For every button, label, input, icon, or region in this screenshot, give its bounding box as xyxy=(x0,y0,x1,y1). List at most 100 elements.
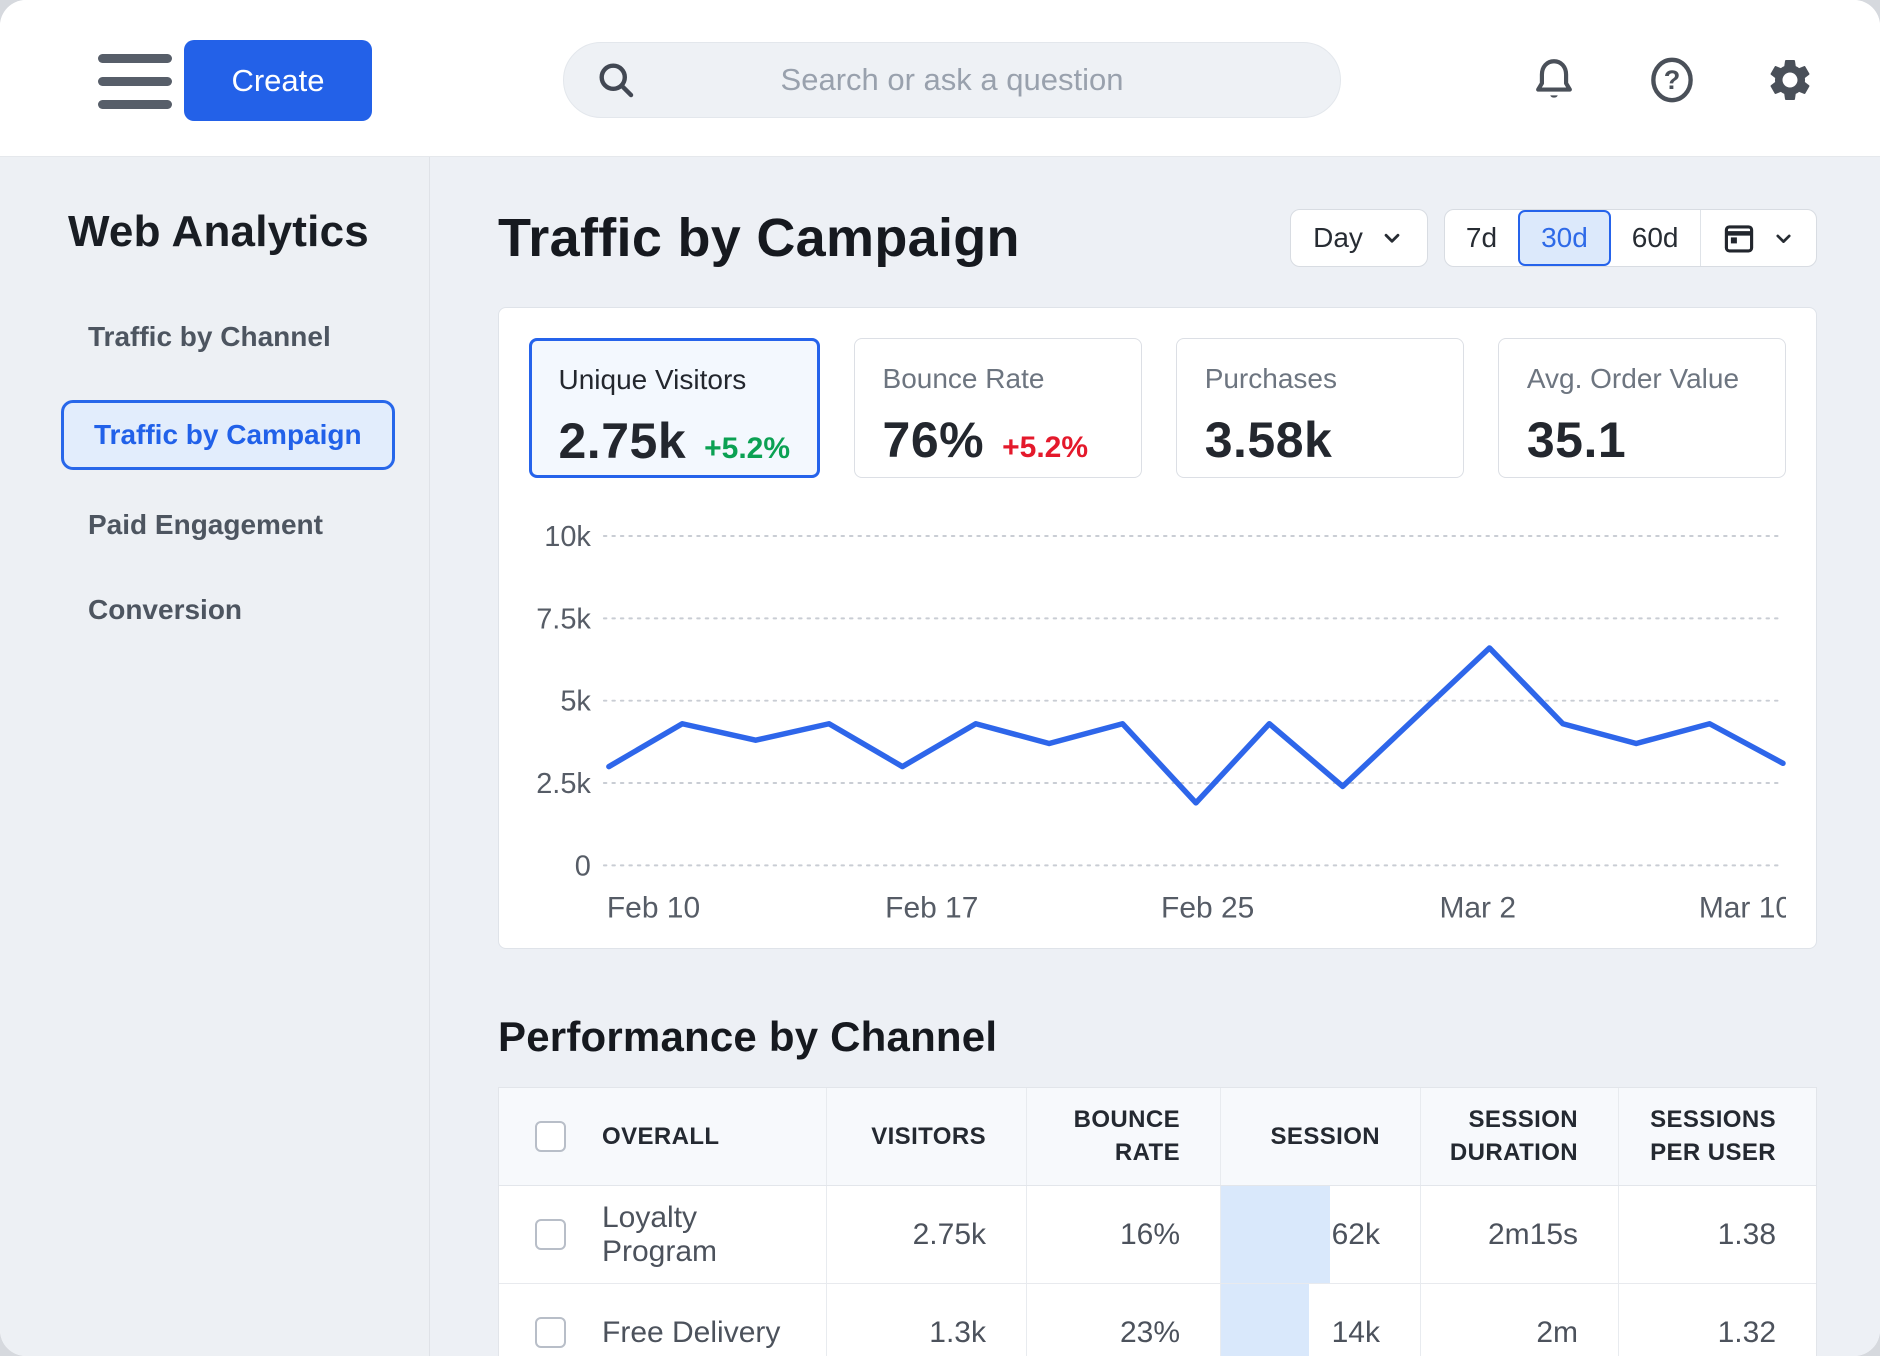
channel-cell: Loyalty Program xyxy=(499,1186,826,1283)
channel-cell: Free Delivery xyxy=(499,1284,826,1356)
topbar-icons: ? xyxy=(1528,54,1816,106)
visitors-cell: 2.75k xyxy=(826,1186,1026,1283)
column-header-session: SESSION xyxy=(1220,1088,1420,1185)
search-input[interactable] xyxy=(638,61,1310,99)
sidebar-item-traffic-by-campaign[interactable]: Traffic by Campaign xyxy=(61,400,395,470)
performance-section-title: Performance by Channel xyxy=(498,1013,1817,1061)
chevron-down-icon xyxy=(1771,226,1796,251)
column-header-label: OVERALL xyxy=(602,1121,719,1153)
sidebar-item-conversion[interactable]: Conversion xyxy=(88,588,399,632)
sessions-per-user-cell: 1.32 xyxy=(1618,1284,1816,1356)
bounce-rate-cell: 23% xyxy=(1026,1284,1220,1356)
line-chart: 02.5k5k7.5k10kFeb 10Feb 17Feb 25Mar 2Mar… xyxy=(529,506,1786,938)
calendar-icon xyxy=(1721,220,1757,256)
calendar-range-button[interactable] xyxy=(1701,210,1816,266)
svg-text:?: ? xyxy=(1664,64,1681,95)
x-axis-tick: Mar 2 xyxy=(1439,891,1516,924)
stat-card-avg-order-value[interactable]: Avg. Order Value 35.1 xyxy=(1498,338,1786,478)
session-cell-value: 14k xyxy=(1332,1316,1380,1350)
bounce-rate-cell: 16% xyxy=(1026,1186,1220,1283)
channel-name: Free Delivery xyxy=(602,1316,780,1350)
channel-name: Loyalty Program xyxy=(602,1201,810,1269)
row-checkbox[interactable] xyxy=(535,1219,566,1250)
y-axis-tick: 5k xyxy=(560,686,591,718)
stat-value: 35.1 xyxy=(1527,411,1626,469)
range-button-7d[interactable]: 7d xyxy=(1445,210,1518,266)
x-axis-tick: Mar 10 xyxy=(1699,891,1786,924)
table-row-loyalty-program[interactable]: Loyalty Program2.75k16%62k2m15s1.38 xyxy=(499,1186,1816,1284)
stat-card-unique-visitors[interactable]: Unique Visitors 2.75k +5.2% xyxy=(529,338,820,478)
sessions-per-user-cell-value: 1.32 xyxy=(1718,1316,1776,1350)
session-duration-cell-value: 2m xyxy=(1536,1316,1578,1350)
stat-label: Purchases xyxy=(1205,363,1435,395)
traffic-chart-card: Unique Visitors 2.75k +5.2% Bounce Rate 76% +… xyxy=(498,307,1817,949)
table-header-row: OVERALLVISITORSBOUNCE RATESESSIONSESSION… xyxy=(499,1088,1816,1186)
y-axis-tick: 10k xyxy=(544,521,591,553)
granularity-label: Day xyxy=(1313,222,1363,254)
stat-delta: +5.2% xyxy=(1002,431,1088,465)
stat-label: Bounce Rate xyxy=(883,363,1113,395)
x-axis-tick: Feb 10 xyxy=(607,891,700,924)
column-header-sessions-per-user: SESSIONS PER USER xyxy=(1618,1088,1816,1185)
sidebar-item-paid-engagement[interactable]: Paid Engagement xyxy=(88,503,399,547)
help-icon: ? xyxy=(1646,54,1698,106)
y-axis-tick: 7.5k xyxy=(536,603,591,635)
chevron-down-icon xyxy=(1379,225,1405,251)
range-selector: 7d30d60d xyxy=(1444,209,1817,267)
stat-value: 3.58k xyxy=(1205,411,1333,469)
topbar: Create ? xyxy=(0,0,1880,157)
session-data-bar xyxy=(1221,1186,1330,1283)
bell-icon xyxy=(1529,55,1579,105)
performance-table: OVERALLVISITORSBOUNCE RATESESSIONSESSION… xyxy=(498,1087,1817,1356)
sidebar-title: Web Analytics xyxy=(68,207,399,257)
main-content: Traffic by Campaign Day 7d30d60d xyxy=(430,157,1880,1356)
row-checkbox[interactable] xyxy=(535,1317,566,1348)
page-title: Traffic by Campaign xyxy=(498,207,1290,269)
stat-label: Avg. Order Value xyxy=(1527,363,1757,395)
session-duration-cell: 2m15s xyxy=(1420,1186,1618,1283)
app-window: Create ? xyxy=(0,0,1880,1356)
sidebar-nav: Traffic by ChannelTraffic by CampaignPai… xyxy=(88,315,399,632)
settings-button[interactable] xyxy=(1764,54,1816,106)
select-all-checkbox[interactable] xyxy=(535,1121,566,1152)
session-duration-cell-value: 2m15s xyxy=(1488,1218,1578,1252)
visitors-cell: 1.3k xyxy=(826,1284,1026,1356)
hamburger-menu-icon[interactable] xyxy=(98,54,172,109)
column-header-session-duration: SESSION DURATION xyxy=(1420,1088,1618,1185)
notifications-button[interactable] xyxy=(1528,54,1580,106)
stat-card-bounce-rate[interactable]: Bounce Rate 76% +5.2% xyxy=(854,338,1142,478)
date-controls: Day 7d30d60d xyxy=(1290,209,1817,267)
stat-label: Unique Visitors xyxy=(559,364,791,396)
x-axis-tick: Feb 17 xyxy=(885,891,978,924)
x-axis-tick: Feb 25 xyxy=(1161,891,1254,924)
sidebar-item-traffic-by-channel[interactable]: Traffic by Channel xyxy=(88,315,399,359)
session-cell: 62k xyxy=(1220,1186,1420,1283)
search-bar[interactable] xyxy=(563,42,1341,118)
visitors-cell-value: 2.75k xyxy=(913,1218,986,1252)
chart-line-unique-visitors xyxy=(609,648,1783,803)
stat-cards: Unique Visitors 2.75k +5.2% Bounce Rate 76% +… xyxy=(529,338,1786,478)
line-chart-svg: 02.5k5k7.5k10kFeb 10Feb 17Feb 25Mar 2Mar… xyxy=(529,506,1786,933)
table-body: Loyalty Program2.75k16%62k2m15s1.38Free … xyxy=(499,1186,1816,1356)
session-cell: 14k xyxy=(1220,1284,1420,1356)
bounce-rate-cell-value: 23% xyxy=(1120,1316,1180,1350)
sidebar: Web Analytics Traffic by ChannelTraffic … xyxy=(0,157,430,1356)
column-header-visitors: VISITORS xyxy=(826,1088,1026,1185)
gear-icon xyxy=(1765,55,1815,105)
granularity-dropdown[interactable]: Day xyxy=(1290,209,1428,267)
bounce-rate-cell-value: 16% xyxy=(1120,1218,1180,1252)
column-header-overall: OVERALL xyxy=(499,1088,826,1185)
column-header-bounce-rate: BOUNCE RATE xyxy=(1026,1088,1220,1185)
help-button[interactable]: ? xyxy=(1646,54,1698,106)
stat-value: 76% xyxy=(883,411,985,469)
stat-value: 2.75k xyxy=(559,412,687,470)
search-icon xyxy=(594,58,638,102)
session-data-bar xyxy=(1221,1284,1309,1356)
range-button-60d[interactable]: 60d xyxy=(1611,210,1700,266)
session-cell-value: 62k xyxy=(1332,1218,1380,1252)
stat-card-purchases[interactable]: Purchases 3.58k xyxy=(1176,338,1464,478)
stat-delta: +5.2% xyxy=(704,432,790,466)
create-button[interactable]: Create xyxy=(184,40,372,121)
range-button-30d[interactable]: 30d xyxy=(1518,210,1611,266)
table-row-free-delivery[interactable]: Free Delivery 1.3k 23% 14k 2m 1.32 xyxy=(499,1284,1816,1356)
